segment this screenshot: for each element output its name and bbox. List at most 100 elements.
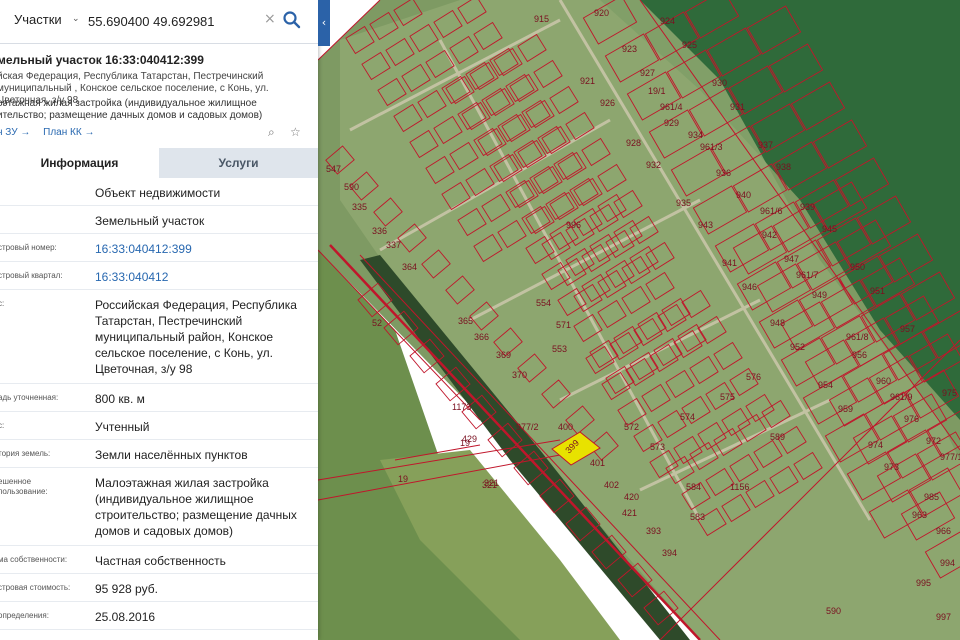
object-title: мельный участок 16:33:040412:399: [0, 53, 204, 67]
tab-information[interactable]: Информация: [0, 148, 159, 178]
attribute-value: Учтенный: [95, 420, 150, 434]
parcel-label: 973: [884, 462, 899, 472]
parcel-label: 997: [936, 612, 951, 622]
attribute-label: стровый номер:: [0, 243, 57, 252]
parcel-label: 364: [402, 262, 417, 272]
parcel-label: 573: [650, 442, 665, 452]
parcel-label: 576: [746, 372, 761, 382]
parcel-label: 961/9: [890, 392, 913, 402]
parcel-label: 950: [850, 262, 865, 272]
star-icon[interactable]: ☆: [290, 125, 301, 139]
parcel-label: 589: [770, 432, 785, 442]
parcel-label: 966: [936, 526, 951, 536]
parcel-label: 583: [690, 512, 705, 522]
attribute-row: стровый квартал: 16:33:040412: [0, 262, 318, 290]
parcel-label: 369: [496, 350, 511, 360]
parcel-label: 925: [682, 40, 697, 50]
parcel-label: 961/7: [796, 270, 819, 280]
parcel-label: 553: [552, 344, 567, 354]
attribute-row: Земельный участок: [0, 206, 318, 234]
locate-icon[interactable]: ⌕: [268, 125, 275, 140]
parcel-label: 1173: [452, 402, 471, 412]
parcel-label: 52: [372, 318, 382, 328]
parcel-label: 321: [484, 478, 499, 488]
parcel-label: 926: [600, 98, 615, 108]
info-panel: Участки ⌄ × мельный участок 16:33:040412…: [0, 0, 318, 640]
parcel-label: 934: [688, 130, 703, 140]
attribute-row: тория земель: Земли населённых пунктов: [0, 440, 318, 468]
parcel-label: 972: [926, 436, 941, 446]
plan-links: н ЗУ → План КК →: [0, 127, 104, 138]
parcel-label: 590: [344, 182, 359, 192]
parcel-label: 960: [876, 376, 891, 386]
parcel-label: 571: [556, 320, 571, 330]
chevron-down-icon[interactable]: ⌄: [72, 14, 80, 24]
search-type-select[interactable]: Участки: [14, 12, 62, 27]
attribute-label: с:: [0, 299, 5, 308]
parcel-label: 946: [742, 282, 757, 292]
attribute-value: Частная собственность: [95, 554, 226, 568]
parcel-label: 949: [812, 290, 827, 300]
plan-zu-link[interactable]: н ЗУ →: [0, 127, 30, 138]
collapse-panel-button[interactable]: ‹: [318, 0, 330, 46]
parcel-label: 948: [770, 318, 785, 328]
attribute-value: 800 кв. м: [95, 392, 145, 406]
attribute-value: Малоэтажная жилая застройка (индивидуаль…: [95, 476, 297, 538]
parcel-label: 394: [662, 548, 677, 558]
plan-kk-link[interactable]: План КК →: [43, 127, 94, 138]
clear-icon[interactable]: ×: [264, 11, 276, 27]
parcel-label: 572: [624, 422, 639, 432]
parcel-label: 942: [762, 230, 777, 240]
search-icon[interactable]: [282, 10, 302, 30]
parcel-label: 956: [852, 350, 867, 360]
parcel-label: 337: [386, 240, 401, 250]
parcel-label: 940: [736, 190, 751, 200]
parcel-label: 400: [558, 422, 573, 432]
attribute-row: стровый номер: 16:33:040412:399: [0, 234, 318, 262]
attribute-row: адь уточненная: 800 кв. м: [0, 384, 318, 412]
attribute-row: с: Российская Федерация, Республика Татар…: [0, 290, 318, 384]
parcel-label: 985: [924, 492, 939, 502]
parcel-label: 936: [716, 168, 731, 178]
parcel-label: 959: [838, 404, 853, 414]
attribute-label: определения:: [0, 611, 49, 620]
attribute-value: Российская Федерация, Республика Татарст…: [95, 298, 297, 376]
parcel-label: 961/3: [700, 142, 723, 152]
parcel-label: 923: [622, 44, 637, 54]
parcel-label: 336: [372, 226, 387, 236]
parcel-label: 945: [822, 224, 837, 234]
parcel-label: 961/6: [760, 206, 783, 216]
parcel-label: 421: [622, 508, 637, 518]
parcel-label: 920: [594, 8, 609, 18]
parcel-label: 994: [940, 558, 955, 568]
tab-services[interactable]: Услуги: [159, 148, 318, 178]
attribute-value: Земли населённых пунктов: [95, 448, 248, 462]
attribute-value: 95 928 руб.: [95, 582, 158, 596]
parcel-label: 957: [900, 324, 915, 334]
attribute-value-link[interactable]: 16:33:040412:399: [95, 241, 310, 257]
parcel-label-590: 590: [826, 606, 841, 616]
parcel-label: 584: [686, 482, 701, 492]
attribute-row: ма собственности: Частная собственность: [0, 546, 318, 574]
parcel-label: 954: [818, 380, 833, 390]
parcel-label: 1156: [730, 482, 749, 492]
attribute-value-link[interactable]: 16:33:040412: [95, 269, 310, 285]
parcel-label: 19: [398, 474, 408, 484]
attribute-row: стровая стоимость: 95 928 руб.: [0, 574, 318, 602]
attribute-value: Земельный участок: [95, 214, 205, 228]
parcel-label: 921: [580, 76, 595, 86]
parcel-label: 366: [474, 332, 489, 342]
parcel-label: 915: [534, 14, 549, 24]
parcel-label: 961/8: [846, 332, 869, 342]
parcel-label: 932: [646, 160, 661, 170]
parcel-label: 938: [776, 162, 791, 172]
parcel-label: 951: [870, 286, 885, 296]
parcel-label: 19/1: [648, 86, 666, 96]
parcel-label: 935: [676, 198, 691, 208]
attribute-label: ма собственности:: [0, 555, 68, 564]
parcel-label: 975: [942, 388, 957, 398]
attribute-row: с: Учтенный: [0, 412, 318, 440]
parcel-label: 961/4: [660, 102, 683, 112]
parcel-label: 401: [590, 458, 605, 468]
search-input[interactable]: [88, 8, 268, 34]
